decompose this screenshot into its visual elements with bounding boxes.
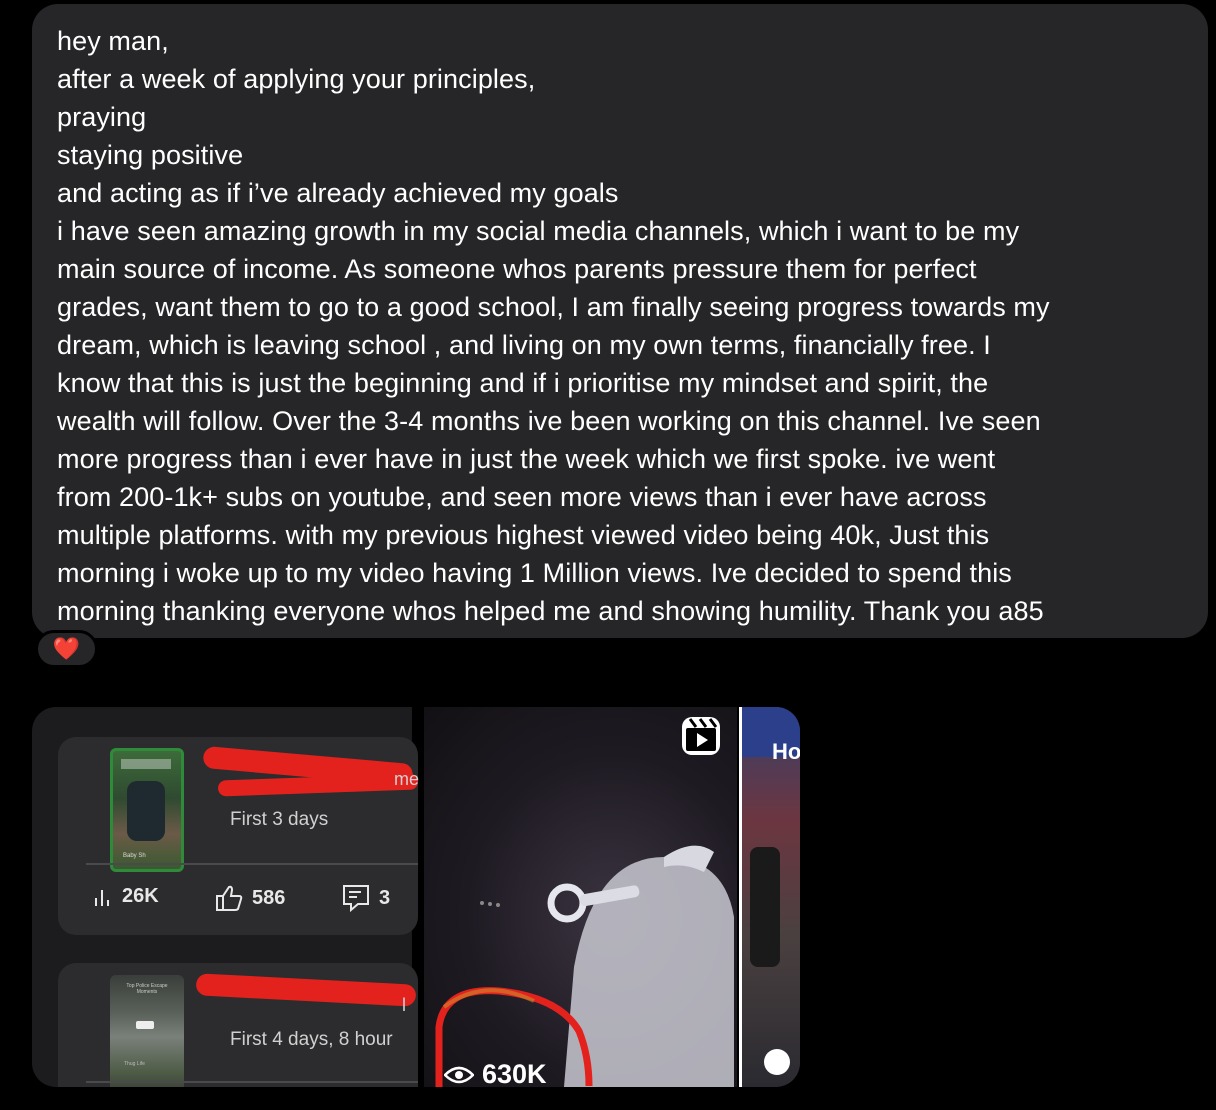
heart-reaction[interactable]: ❤️ [35,630,98,668]
video-card: Baby Sh me First 3 days 26K 586 3 [58,737,420,935]
message-line: know that this is just the beginning and… [57,368,989,398]
thumbs-up-icon [216,885,243,911]
side-icon [764,1049,790,1075]
message-line: dream, which is leaving school , and liv… [57,330,991,360]
message-line: morning i woke up to my video having 1 M… [57,558,1012,588]
thumbnail-label: Baby Sh [123,853,146,859]
redaction-mark [195,973,417,1007]
views-count: 26K [122,885,159,907]
video-period: First 3 days [230,809,329,830]
likes-stat: 586 [214,883,285,913]
side-figure [750,847,780,967]
thumbnail-footer: Thug Life [124,1061,145,1067]
video-thumbnail: Baby Sh [110,748,184,872]
video-thumbnail: Top Police Escape Moments Thug Life [110,975,184,1087]
likes-count: 586 [252,886,286,909]
message-line: more progress than i ever have in just t… [57,444,996,474]
redaction-mark [217,773,419,797]
divider [86,1081,418,1083]
message-line: from 200-1k+ subs on youtube, and seen m… [57,482,987,512]
comments-count: 3 [379,886,391,909]
reel-screenshot[interactable]: 630K [424,707,737,1087]
message-line: morning thanking everyone whos helped me… [57,596,1044,626]
thumbnail-car [136,1021,154,1029]
message-line: i have seen amazing growth in my social … [57,216,1020,246]
message-line: hey man, [57,26,169,56]
message-line: staying positive [57,140,244,170]
reel-views: 630K [482,1059,547,1087]
video-card: Top Police Escape Moments Thug Life l Fi… [58,963,418,1087]
message-line: main source of income. As someone whos p… [57,254,977,284]
comments-stat: 3 [341,883,390,913]
side-text: Ho [772,739,800,764]
media-attachment[interactable]: Baby Sh me First 3 days 26K 586 3 Top Po… [32,707,800,1087]
comment-icon [343,885,369,913]
analytics-screenshot[interactable]: Baby Sh me First 3 days 26K 586 3 Top Po… [32,707,419,1087]
reel-frame [435,845,734,1087]
heart-icon: ❤️ [52,636,81,661]
message-line: grades, want them to go to a good school… [57,292,1050,322]
message-line: and acting as if i’ve already achieved m… [57,178,619,208]
video-period: First 4 days, 8 hour [230,1029,393,1050]
message-line: multiple platforms. with my previous hig… [57,520,990,550]
video-title-fragment: me [394,769,420,789]
message-line: after a week of applying your principles… [57,64,536,94]
divider [86,863,418,865]
eye-icon [444,1066,474,1083]
thumbnail-label: Top Police Escape Moments [126,983,168,995]
thumbnail-figure [127,781,165,841]
reels-icon [682,717,720,755]
side-screenshot[interactable]: Ho [739,707,800,1087]
thumbnail-caption [121,759,171,769]
reel-view-count: 630K [444,1059,547,1087]
views-stat: 26K [92,885,159,908]
message-line: wealth will follow. Over the 3-4 months … [57,406,1041,436]
video-title-fragment: l [402,995,406,1015]
message-bubble[interactable]: hey man, after a week of applying your p… [32,4,1208,638]
bar-chart-icon [95,889,109,906]
message-line: praying [57,102,147,132]
